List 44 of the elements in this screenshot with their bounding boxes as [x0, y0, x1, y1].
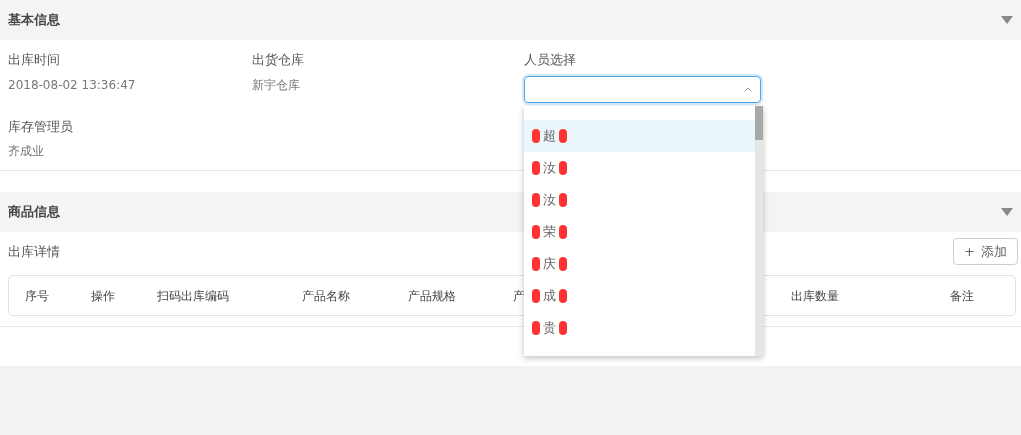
redaction-mark — [559, 257, 567, 271]
column-header: 产品规格 — [408, 287, 457, 305]
dropdown-option[interactable]: 成 — [524, 280, 755, 312]
field-value: 新宇仓库 — [252, 76, 301, 94]
redaction-mark — [532, 193, 540, 207]
column-header: 扫码出库编码 — [157, 287, 230, 305]
field-value: 2018-08-02 13:36:47 — [8, 76, 137, 94]
section-title: 商品信息 — [8, 203, 60, 222]
dropdown-option[interactable]: 超 — [524, 120, 755, 152]
caret-icon[interactable] — [1001, 16, 1013, 24]
select-field[interactable] — [524, 75, 761, 103]
redaction-mark — [559, 129, 567, 143]
section-title: 基本信息 — [8, 11, 60, 30]
column-header: 序号 — [24, 287, 50, 305]
column-header: 出库数量 — [791, 287, 840, 305]
redaction-mark — [559, 193, 567, 207]
field-label: 库存管理员 — [8, 117, 74, 136]
redaction-mark — [532, 225, 540, 239]
field-value: 齐成业 — [8, 143, 45, 160]
column-header: 备注 — [950, 287, 975, 305]
scrollbar[interactable] — [755, 106, 763, 356]
redaction-mark — [532, 289, 540, 303]
field-label: 出库时间 — [8, 51, 61, 69]
dropdown-option[interactable]: 庆 — [524, 248, 755, 280]
dropdown-option[interactable]: 汝 — [524, 152, 755, 184]
field-label: 出货仓库 — [252, 51, 305, 69]
redaction-mark — [532, 129, 540, 143]
redaction-mark — [532, 321, 540, 335]
column-header: 产品名称 — [302, 287, 351, 305]
section-header[interactable]: 基本信息 — [0, 0, 1021, 40]
column-header: 产 — [513, 287, 524, 305]
column-header: 操作 — [91, 287, 116, 305]
add-button[interactable]: + 添加 — [953, 238, 1018, 265]
caret-icon[interactable] — [1001, 208, 1013, 216]
caret-icon — [744, 86, 752, 92]
redaction-mark — [559, 225, 567, 239]
field-label: 人员选择 — [524, 51, 577, 69]
dropdown-option[interactable]: 贵 — [524, 312, 755, 344]
redaction-mark — [532, 161, 540, 175]
detail-title: 出库详情 — [8, 242, 60, 261]
redaction-mark — [559, 321, 567, 335]
redaction-mark — [532, 257, 540, 271]
redaction-mark — [559, 161, 567, 175]
redaction-mark — [559, 289, 567, 303]
